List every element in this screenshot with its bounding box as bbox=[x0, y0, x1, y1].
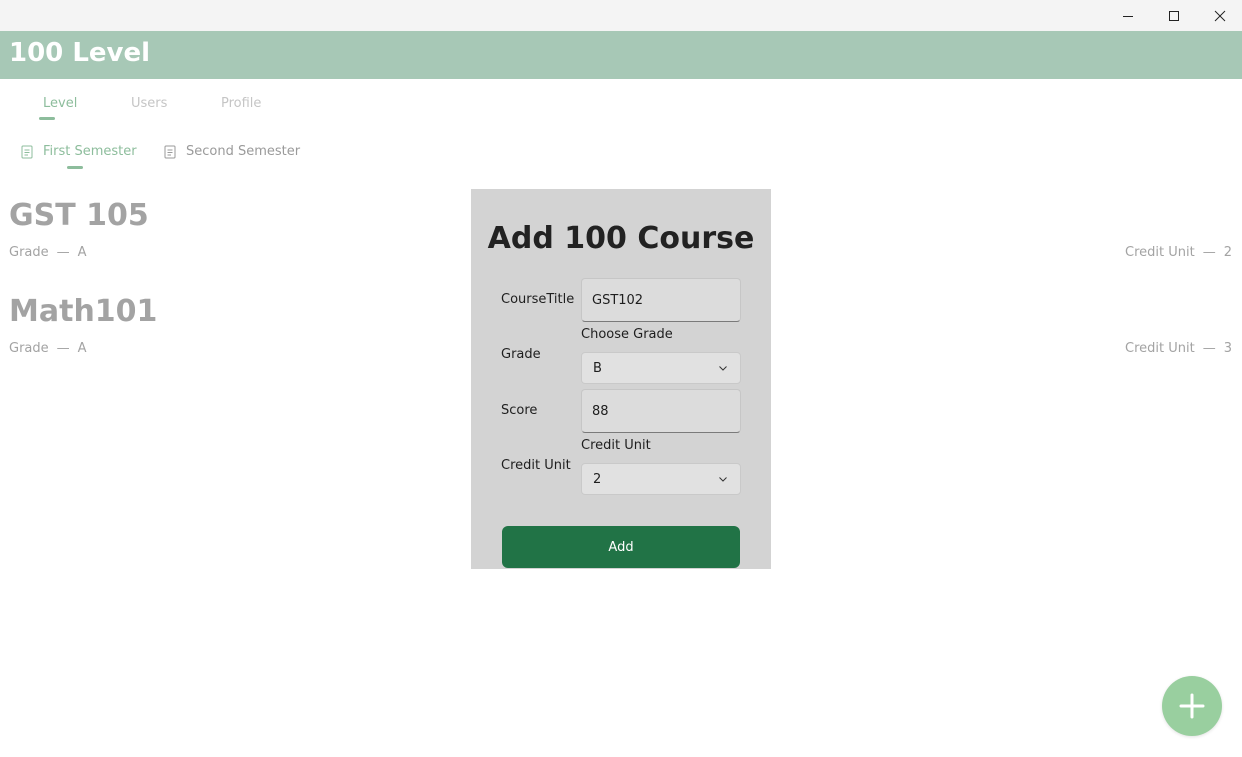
separator: — bbox=[1202, 245, 1216, 260]
course-title: GST 105 bbox=[9, 198, 149, 233]
tab-first-semester-indicator bbox=[67, 166, 83, 169]
separator: — bbox=[56, 341, 70, 356]
separator: — bbox=[1202, 341, 1216, 356]
credit-unit-value: 3 bbox=[1223, 341, 1232, 356]
minimize-icon bbox=[1123, 15, 1133, 17]
separator: — bbox=[56, 245, 70, 260]
credit-unit-label: Credit Unit bbox=[1125, 341, 1195, 356]
document-icon bbox=[164, 145, 176, 159]
tab-second-semester-label: Second Semester bbox=[186, 144, 301, 159]
credit-unit-label: Credit Unit bbox=[501, 458, 571, 473]
tab-users[interactable]: Users bbox=[131, 95, 167, 113]
close-icon bbox=[1214, 10, 1226, 21]
course-grade: Grade — A bbox=[9, 244, 87, 262]
dialog-title: Add 100 Course bbox=[487, 221, 755, 256]
window-titlebar bbox=[0, 0, 1242, 31]
add-course-dialog: Add 100 Course CourseTitle Choose Grade … bbox=[471, 189, 771, 569]
grade-value: A bbox=[77, 245, 87, 260]
tab-second-semester[interactable]: Second Semester bbox=[162, 143, 300, 161]
course-title: Math101 bbox=[9, 294, 158, 329]
grade-value: A bbox=[77, 341, 87, 356]
maximize-icon bbox=[1169, 10, 1179, 21]
page-title: 100 Level bbox=[9, 38, 151, 68]
plus-icon bbox=[1179, 693, 1205, 719]
course-title-label: CourseTitle bbox=[501, 292, 575, 307]
credit-unit-label: Credit Unit bbox=[1125, 245, 1195, 260]
minimize-button[interactable] bbox=[1105, 0, 1151, 31]
app-bar: 100 Level bbox=[0, 31, 1242, 79]
chevron-down-icon bbox=[719, 366, 727, 371]
credit-unit-select[interactable]: 2 bbox=[581, 463, 741, 495]
tab-first-semester-label: First Semester bbox=[43, 144, 137, 159]
tab-first-semester[interactable]: First Semester bbox=[19, 143, 137, 161]
course-credit-unit: Credit Unit — 2 bbox=[1125, 244, 1232, 262]
course-title-input[interactable] bbox=[581, 278, 741, 322]
course-credit-unit: Credit Unit — 3 bbox=[1125, 340, 1232, 358]
credit-unit-helper-label: Credit Unit bbox=[581, 438, 651, 453]
grade-select-value: B bbox=[593, 360, 602, 376]
grade-label: Grade bbox=[9, 341, 49, 356]
grade-label: Grade bbox=[9, 245, 49, 260]
add-button[interactable]: Add bbox=[502, 526, 740, 568]
chevron-down-icon bbox=[719, 477, 727, 482]
grade-select[interactable]: B bbox=[581, 352, 741, 384]
maximize-button[interactable] bbox=[1151, 0, 1197, 31]
main-tabs: Level Users Profile bbox=[0, 79, 1242, 129]
score-label: Score bbox=[501, 403, 538, 418]
credit-unit-select-value: 2 bbox=[593, 471, 602, 487]
tab-profile[interactable]: Profile bbox=[221, 95, 261, 113]
tab-level-indicator bbox=[39, 117, 55, 120]
grade-helper-label: Choose Grade bbox=[581, 327, 673, 342]
grade-label: Grade bbox=[501, 347, 541, 362]
course-grade: Grade — A bbox=[9, 340, 87, 358]
credit-unit-value: 2 bbox=[1223, 245, 1232, 260]
add-course-fab[interactable] bbox=[1162, 676, 1222, 736]
close-button[interactable] bbox=[1197, 0, 1242, 31]
tab-level[interactable]: Level bbox=[43, 95, 77, 113]
document-icon bbox=[21, 145, 33, 159]
score-input[interactable] bbox=[581, 389, 741, 433]
